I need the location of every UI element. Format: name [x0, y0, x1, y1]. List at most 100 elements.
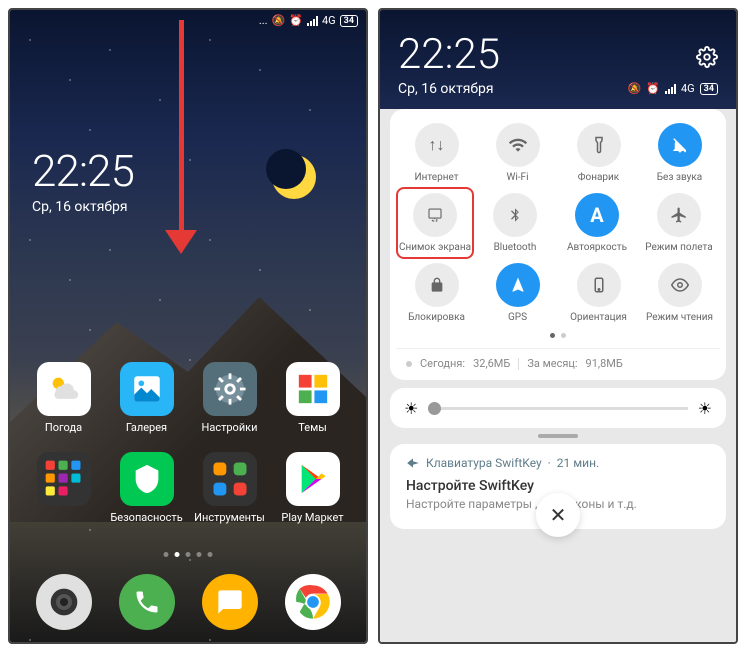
weather-moon-icon[interactable] — [272, 155, 316, 199]
dock-chrome[interactable] — [285, 574, 341, 630]
qs-label: GPS — [508, 312, 527, 323]
internet-icon: ↑↓ — [415, 123, 459, 167]
swiftkey-icon — [406, 456, 420, 470]
signal-icon — [307, 16, 318, 26]
qs-tile-flashlight[interactable]: Фонарик — [560, 123, 638, 183]
phone-left: ... 🔕 ⏰ 4G 34 22:25 Ср, 16 октября Погод… — [8, 8, 368, 644]
clear-notifications-button[interactable]: ✕ — [536, 493, 580, 537]
today-label: Сегодня: — [420, 357, 465, 370]
phone-right: 22:25 Ср, 16 октября 🔕 ⏰ 4G 34 ↑↓ Интерн… — [378, 8, 738, 644]
qs-tile-reading[interactable]: Режим чтения — [641, 263, 719, 323]
qs-tile-autobright[interactable]: A Автояркость — [558, 193, 636, 253]
qs-label: Режим полета — [645, 242, 712, 253]
gallery-icon — [120, 362, 174, 416]
clock-widget[interactable]: 22:25 Ср, 16 октября — [32, 145, 134, 215]
quick-settings-panel: ↑↓ Интернет Wi-Fi Фонарик Без звука Сним… — [390, 109, 726, 380]
qs-label: Интернет — [414, 172, 458, 183]
security-icon — [120, 452, 174, 506]
qs-tile-screenshot[interactable]: Снимок экрана — [396, 187, 474, 259]
close-icon: ✕ — [550, 503, 567, 527]
app-label: Play Маркет — [281, 511, 343, 524]
wifi-icon — [496, 123, 540, 167]
orientation-icon — [577, 263, 621, 307]
qs-tile-internet[interactable]: ↑↓ Интернет — [398, 123, 476, 183]
app-label: Галерея — [126, 421, 167, 434]
qs-label: Без звука — [657, 172, 702, 183]
dots-icon: ... — [259, 14, 268, 27]
qs-label: Режим чтения — [646, 312, 713, 323]
app-gallery[interactable]: Галерея — [109, 362, 185, 434]
notif-dot: · — [548, 456, 551, 470]
dock-camera[interactable] — [36, 574, 92, 630]
clock-time: 22:25 — [32, 145, 134, 197]
app-settings[interactable]: Настройки — [192, 362, 268, 434]
playstore-icon — [286, 452, 340, 506]
app-label: Темы — [298, 421, 327, 434]
brightness-high-icon: ☀ — [698, 399, 712, 418]
settings-button[interactable] — [696, 46, 718, 72]
app-tools[interactable]: Инструменты — [192, 452, 268, 524]
qs-label: Блокировка — [408, 312, 465, 323]
airplane-icon — [657, 193, 701, 237]
app-label: Погода — [45, 421, 82, 434]
autobright-icon: A — [575, 193, 619, 237]
brightness-slider[interactable]: ☀ ☀ — [390, 388, 726, 428]
qs-label: Снимок экрана — [399, 242, 471, 253]
app-grid: Погода Галерея Настройки Темы Безопаснос… — [10, 362, 366, 542]
qs-page-indicator — [396, 333, 720, 338]
panel-time: 22:25 — [398, 30, 718, 79]
qs-label: Wi-Fi — [506, 172, 528, 183]
qs-tile-lock[interactable]: Блокировка — [398, 263, 476, 323]
network-type: 4G — [322, 14, 336, 27]
weather-icon — [37, 362, 91, 416]
dock — [10, 574, 366, 630]
status-bar: ... 🔕 ⏰ 4G 34 — [259, 14, 358, 27]
dock-messages[interactable] — [202, 574, 258, 630]
qs-tile-orientation[interactable]: Ориентация — [560, 263, 638, 323]
lock-icon — [415, 263, 459, 307]
notif-time: 21 мин. — [557, 456, 599, 470]
brightness-low-icon: ☀ — [404, 399, 418, 418]
gps-icon — [496, 263, 540, 307]
clock-date: Ср, 16 октября — [32, 199, 134, 215]
page-indicator — [164, 552, 213, 557]
settings-icon — [203, 362, 257, 416]
alarm-icon: ⏰ — [289, 14, 303, 27]
qs-tile-gps[interactable]: GPS — [479, 263, 557, 323]
notification-card[interactable]: Клавиатура SwiftKey · 21 мин. Настройте … — [390, 444, 726, 529]
app-themes[interactable]: Темы — [275, 362, 351, 434]
slider-thumb[interactable] — [428, 402, 441, 415]
slider-track[interactable] — [428, 407, 687, 410]
home-screen[interactable]: ... 🔕 ⏰ 4G 34 22:25 Ср, 16 октября Погод… — [10, 10, 366, 642]
app-folder[interactable] — [26, 452, 102, 524]
qs-label: Ориентация — [570, 312, 627, 323]
qs-tile-airplane[interactable]: Режим полета — [640, 193, 718, 253]
flashlight-icon — [577, 123, 621, 167]
divider — [518, 358, 519, 370]
qs-tile-bluetooth[interactable]: Bluetooth — [476, 193, 554, 253]
month-label: За месяц: — [527, 357, 577, 370]
bell-off-icon: 🔕 — [272, 14, 286, 27]
today-value: 32,6МБ — [473, 357, 510, 370]
reading-icon — [658, 263, 702, 307]
swipe-down-annotation — [179, 20, 197, 254]
folder-icon — [37, 452, 91, 506]
dock-phone[interactable] — [119, 574, 175, 630]
notification-panel[interactable]: 22:25 Ср, 16 октября 🔕 ⏰ 4G 34 ↑↓ Интерн… — [380, 10, 736, 642]
qs-tile-wifi[interactable]: Wi-Fi — [479, 123, 557, 183]
dot-icon — [406, 361, 412, 367]
bluetooth-icon — [493, 193, 537, 237]
notif-header-row: Клавиатура SwiftKey · 21 мин. — [406, 456, 710, 470]
app-security[interactable]: Безопасность — [109, 452, 185, 524]
data-usage-row[interactable]: Сегодня: 32,6МБ За месяц: 91,8МБ — [396, 348, 720, 370]
app-playstore[interactable]: Play Маркет — [275, 452, 351, 524]
app-label: Настройки — [202, 421, 258, 434]
signal-icon — [665, 84, 676, 94]
app-weather[interactable]: Погода — [26, 362, 102, 434]
qs-tile-silent[interactable]: Без звука — [641, 123, 719, 183]
battery-indicator: 34 — [340, 15, 358, 27]
bell-off-icon: 🔕 — [628, 82, 642, 95]
drag-handle[interactable] — [538, 434, 578, 438]
notif-title: Настройте SwiftKey — [406, 478, 710, 494]
qs-label: Bluetooth — [494, 242, 537, 253]
